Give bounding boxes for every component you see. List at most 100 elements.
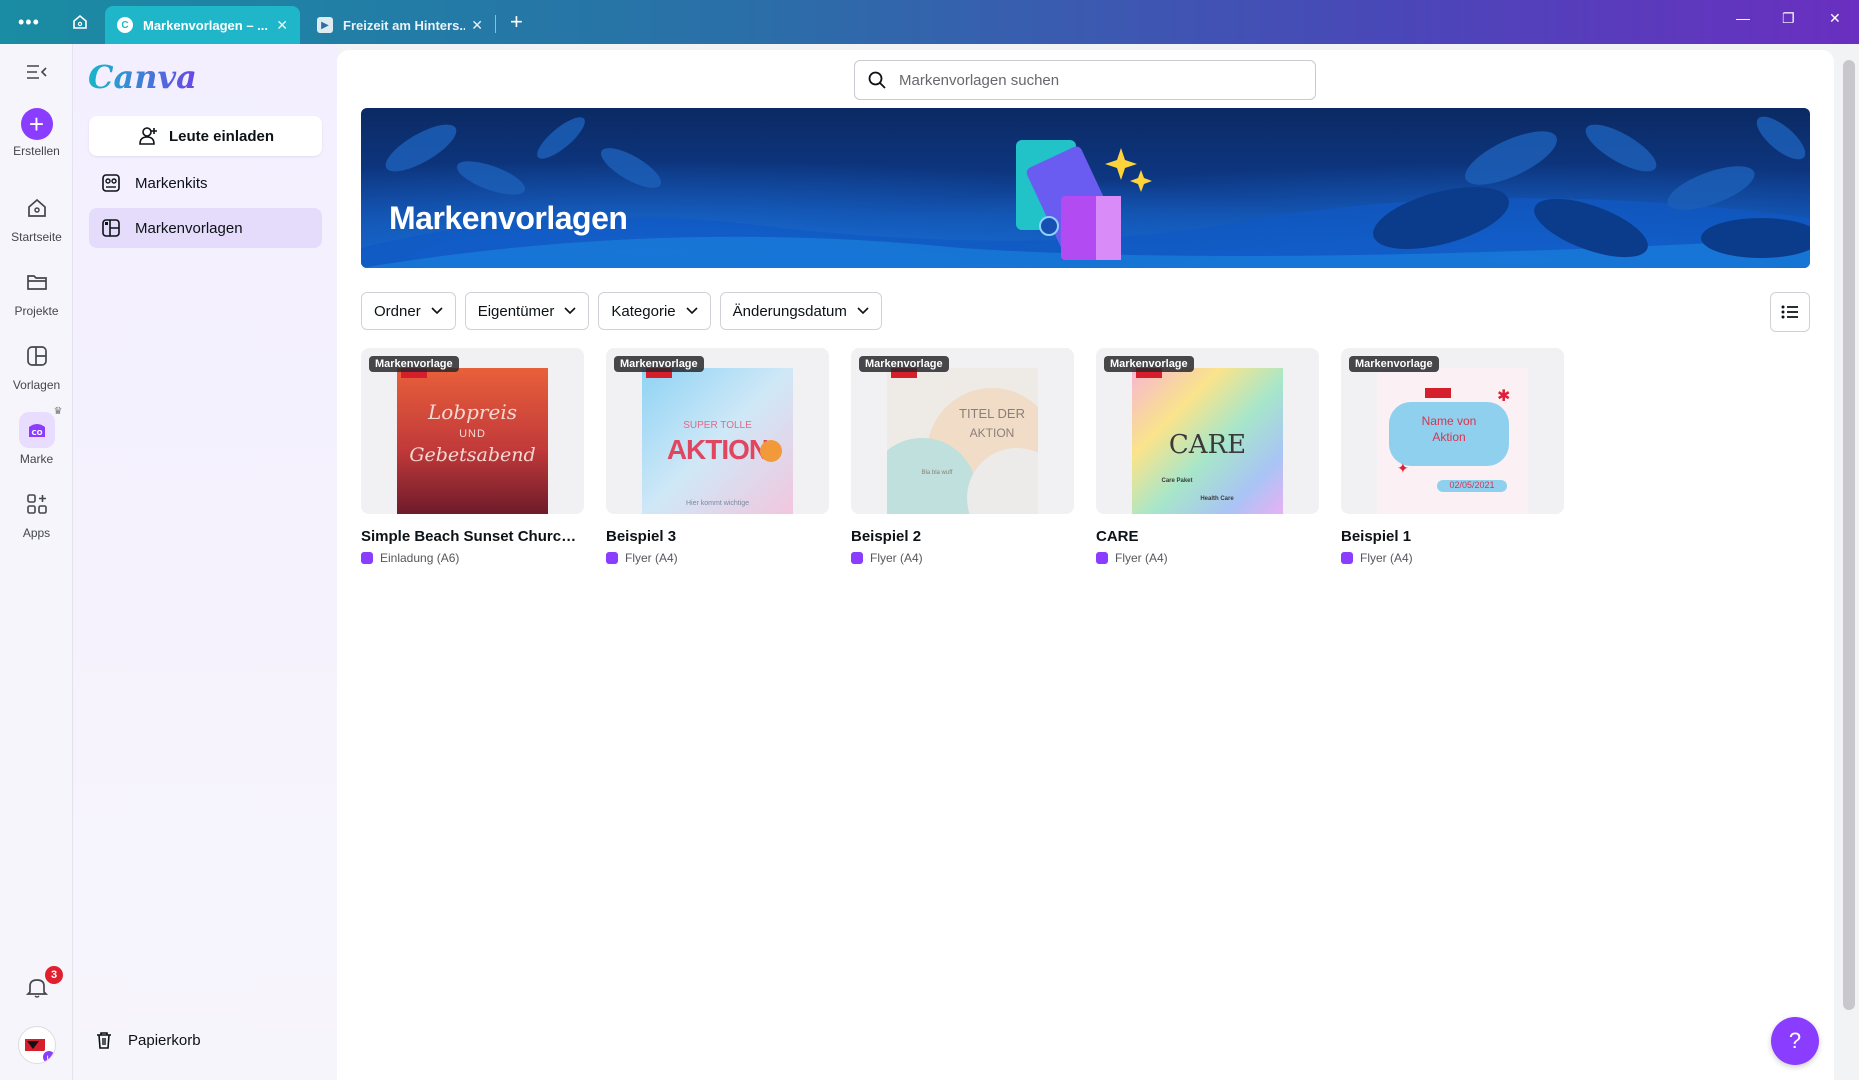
template-badge: Markenvorlage xyxy=(859,356,949,372)
nav-item-markenvorlagen[interactable]: Markenvorlagen xyxy=(89,208,322,248)
filter-label: Kategorie xyxy=(611,302,676,320)
chevron-down-icon xyxy=(431,307,443,315)
thumb-text: SUPER TOLLE xyxy=(683,420,752,431)
main-content: Markenvorlagen suchen Markenvorlagen Ord… xyxy=(337,50,1834,1080)
tab-freizeit[interactable]: ▶ Freizeit am Hinters... ✕ xyxy=(305,6,495,44)
templates-icon xyxy=(19,338,55,374)
search-input[interactable]: Markenvorlagen suchen xyxy=(854,60,1316,100)
chevron-down-icon xyxy=(686,307,698,315)
print-icon xyxy=(1341,552,1353,564)
template-badge: Markenvorlage xyxy=(369,356,459,372)
template-card[interactable]: Markenvorlage TITEL DER AKTION Bla bla w… xyxy=(851,348,1074,565)
template-card[interactable]: Markenvorlage Lobpreis UND Gebetsabend S… xyxy=(361,348,584,565)
svg-text:CO: CO xyxy=(31,429,42,437)
trash-icon xyxy=(97,1032,111,1049)
restore-icon[interactable]: ❐ xyxy=(1782,10,1795,27)
template-title[interactable]: Beispiel 2 xyxy=(851,528,1074,545)
rail-label: Vorlagen xyxy=(12,378,61,392)
new-tab-icon[interactable]: + xyxy=(510,9,523,35)
template-type: Flyer (A4) xyxy=(851,551,1074,565)
avatar[interactable]: L xyxy=(18,1026,56,1064)
thumb-text: Hier kommt wichtige xyxy=(685,500,749,507)
template-thumbnail[interactable]: Markenvorlage SUPER TOLLE AKTION Hier ko… xyxy=(606,348,829,514)
template-type-label: Flyer (A4) xyxy=(625,551,678,565)
close-window-icon[interactable]: ✕ xyxy=(1829,10,1841,27)
chevron-down-icon xyxy=(857,307,869,315)
rail-item-vorlagen[interactable]: Vorlagen xyxy=(0,338,73,392)
template-thumbnail[interactable]: Markenvorlage TITEL DER AKTION Bla bla w… xyxy=(851,348,1074,514)
crown-icon: ♛ xyxy=(53,406,63,417)
template-title[interactable]: Beispiel 1 xyxy=(1341,528,1564,545)
filter-aenderungsdatum[interactable]: Änderungsdatum xyxy=(719,292,882,330)
invite-label: Leute einladen xyxy=(168,127,275,145)
rail-item-apps[interactable]: Apps xyxy=(0,486,73,540)
divider xyxy=(495,15,496,33)
help-button[interactable]: ? xyxy=(1771,1017,1819,1065)
collapse-menu-icon[interactable] xyxy=(26,64,48,80)
template-type-label: Einladung (A6) xyxy=(380,551,460,565)
star-icon: ✱ xyxy=(1497,388,1511,405)
template-type-label: Flyer (A4) xyxy=(870,551,923,565)
filter-ordner[interactable]: Ordner xyxy=(361,292,456,330)
template-card[interactable]: Markenvorlage SUPER TOLLE AKTION Hier ko… xyxy=(606,348,829,565)
nav-label: Markenvorlagen xyxy=(135,219,243,237)
filter-eigentuemer[interactable]: Eigentümer xyxy=(464,292,590,330)
add-person-icon xyxy=(139,127,157,145)
trash-button[interactable]: Papierkorb xyxy=(94,1030,201,1050)
thumb-text: CARE xyxy=(1168,430,1247,460)
template-badge: Markenvorlage xyxy=(1104,356,1194,372)
filter-kategorie[interactable]: Kategorie xyxy=(598,292,711,330)
canva-logo[interactable]: Canva xyxy=(88,58,197,96)
thumb-text: Gebetsabend xyxy=(409,444,536,466)
folder-icon xyxy=(19,264,55,300)
close-icon[interactable]: ✕ xyxy=(471,17,483,34)
thumb-text: UND xyxy=(459,428,486,440)
rail-item-startseite[interactable]: Startseite xyxy=(0,190,73,244)
rail-label: Startseite xyxy=(11,230,62,244)
template-thumbnail[interactable]: Markenvorlage Name von Aktion ✱ ✦ 02/05/… xyxy=(1341,348,1564,514)
trash-label: Papierkorb xyxy=(128,1031,201,1049)
search-icon xyxy=(868,71,886,89)
home-icon[interactable] xyxy=(70,12,90,32)
template-thumbnail[interactable]: Markenvorlage Lobpreis UND Gebetsabend xyxy=(361,348,584,514)
logo-mark xyxy=(1425,388,1451,398)
thumb-text: 02/05/2021 xyxy=(1449,480,1495,490)
template-grid: Markenvorlage Lobpreis UND Gebetsabend S… xyxy=(361,348,1564,565)
thumb-text: AKTION xyxy=(969,426,1015,440)
tab-title: Markenvorlagen – ... xyxy=(143,17,268,33)
thumb-text: Aktion xyxy=(1432,430,1466,444)
chevron-down-icon xyxy=(564,307,576,315)
print-icon xyxy=(851,552,863,564)
left-rail: + Erstellen Startseite Projekte Vorlagen… xyxy=(0,44,73,1080)
template-title[interactable]: Beispiel 3 xyxy=(606,528,829,545)
list-view-icon xyxy=(1781,305,1798,319)
template-badge: Markenvorlage xyxy=(1349,356,1439,372)
rail-label: Apps xyxy=(22,526,51,540)
thumb-text: Bla bla wuff xyxy=(921,470,953,476)
template-title[interactable]: CARE xyxy=(1096,528,1319,545)
nav-item-markenkits[interactable]: Markenkits xyxy=(89,163,322,203)
minimize-icon[interactable]: — xyxy=(1736,10,1750,26)
template-title[interactable]: Simple Beach Sunset Church I... xyxy=(361,528,584,545)
tab-markenvorlagen[interactable]: C Markenvorlagen – ... ✕ xyxy=(105,6,300,44)
rail-label: Projekte xyxy=(14,304,59,318)
page-title: Markenvorlagen xyxy=(389,200,628,236)
thumbnail-image: CARE Care Paket Health Care xyxy=(1132,368,1283,514)
template-card[interactable]: Markenvorlage Name von Aktion ✱ ✦ 02/05/… xyxy=(1341,348,1564,565)
print-icon xyxy=(361,552,373,564)
rail-item-projekte[interactable]: Projekte xyxy=(0,264,73,318)
template-type: Einladung (A6) xyxy=(361,551,584,565)
rail-item-marke[interactable]: CO ♛ Marke xyxy=(0,406,73,466)
template-type-label: Flyer (A4) xyxy=(1115,551,1168,565)
more-icon[interactable]: ••• xyxy=(18,12,40,33)
template-card[interactable]: Markenvorlage CARE Care Paket Health Car… xyxy=(1096,348,1319,565)
rail-item-erstellen[interactable]: + Erstellen xyxy=(0,108,73,158)
template-thumbnail[interactable]: Markenvorlage CARE Care Paket Health Car… xyxy=(1096,348,1319,514)
invite-people-button[interactable]: Leute einladen xyxy=(89,116,322,156)
close-icon[interactable]: ✕ xyxy=(276,17,288,34)
filter-label: Ordner xyxy=(374,302,421,320)
list-view-button[interactable] xyxy=(1770,292,1810,332)
scrollbar[interactable] xyxy=(1843,60,1855,1010)
hero-banner: Markenvorlagen xyxy=(361,108,1810,268)
thumb-text: Name von xyxy=(1421,414,1477,428)
